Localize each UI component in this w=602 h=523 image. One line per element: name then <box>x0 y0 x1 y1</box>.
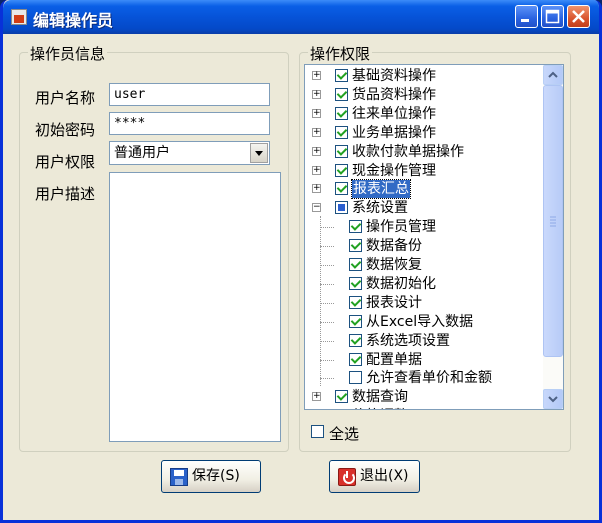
expand-icon[interactable]: + <box>312 89 321 99</box>
exit-icon <box>338 468 356 486</box>
expand-icon[interactable]: + <box>312 71 321 80</box>
checkbox[interactable] <box>335 69 348 82</box>
exit-button[interactable]: 退出(X) <box>329 460 420 493</box>
expand-icon[interactable]: + <box>312 127 321 137</box>
tree-connector <box>320 340 334 342</box>
tree-connector <box>320 227 334 229</box>
scroll-down-button[interactable] <box>543 389 563 409</box>
close-icon <box>572 10 585 23</box>
grip-icon <box>550 216 556 227</box>
description-field[interactable] <box>109 172 281 442</box>
edit-operator-window: 编辑操作员 操作员信息 用户名称 user 初始密码 **** 用户权限 普通用… <box>0 0 602 523</box>
tree-item-label: 配置单据 <box>366 351 422 368</box>
close-button[interactable] <box>567 5 590 28</box>
expand-icon[interactable]: + <box>312 165 321 175</box>
tree-item-label: 系统设置 <box>352 200 408 217</box>
checkbox[interactable] <box>349 220 362 234</box>
checkbox[interactable] <box>349 371 362 385</box>
expand-icon[interactable]: + <box>312 108 321 118</box>
checkbox[interactable] <box>335 163 348 177</box>
exit-button-label: 退出(X) <box>360 468 409 484</box>
password-label: 初始密码 <box>35 121 96 139</box>
select-all-label[interactable]: 全选 <box>329 423 359 444</box>
collapse-icon[interactable]: − <box>312 203 321 213</box>
tree-item-label: 报表汇总 <box>351 179 411 200</box>
tree-item-label: 操作员管理 <box>366 219 436 236</box>
minimize-button[interactable] <box>515 5 538 28</box>
tree-item-label: 数据恢复 <box>366 257 422 273</box>
tree-item-label: 价格调整 <box>352 407 408 409</box>
tree-item-label: 现金操作管理 <box>352 162 436 179</box>
tree-scrollbar[interactable] <box>543 65 563 409</box>
permission-value: 普通用户 <box>114 145 170 161</box>
checkbox[interactable] <box>335 125 348 139</box>
save-icon <box>170 468 188 486</box>
chevron-down-icon <box>548 396 558 403</box>
permissions-tree[interactable]: + 基础资料操作 + 货品资料操作 + 往来单位操作 + 业务单据操作 + 收款付款单据操作 + 现金… <box>304 64 564 410</box>
tree-connector <box>320 302 334 304</box>
expand-icon[interactable]: + <box>312 146 321 156</box>
checkbox[interactable] <box>335 201 348 215</box>
checkbox[interactable] <box>335 390 348 404</box>
scroll-thumb[interactable] <box>543 85 563 357</box>
tree-item-label: 从Excel导入数据 <box>366 313 474 330</box>
scroll-up-button[interactable] <box>543 65 563 85</box>
checkbox[interactable] <box>335 409 348 410</box>
tree-item-label: 数据查询 <box>352 389 408 406</box>
tree-connector <box>320 359 334 361</box>
maximize-icon <box>545 9 560 24</box>
checkbox[interactable] <box>349 314 362 328</box>
tree-connector <box>320 321 334 323</box>
tree-item-label: 数据初始化 <box>366 275 436 292</box>
app-icon <box>11 9 27 25</box>
minimize-icon <box>521 19 529 22</box>
window-title: 编辑操作员 <box>33 11 114 30</box>
checkbox[interactable] <box>349 333 362 347</box>
tree-item-label: 数据备份 <box>366 238 422 255</box>
maximize-button[interactable] <box>541 5 564 28</box>
tree-connector <box>320 378 334 380</box>
tree-connector <box>320 246 334 248</box>
permission-select[interactable]: 普通用户 <box>109 141 270 165</box>
permission-label: 用户权限 <box>35 153 96 171</box>
operator-info-title: 操作员信息 <box>28 43 108 64</box>
checkbox[interactable] <box>349 258 362 271</box>
checkbox[interactable] <box>349 352 362 366</box>
expand-icon[interactable]: + <box>312 392 321 402</box>
checkbox[interactable] <box>349 276 362 290</box>
dropdown-arrow-icon[interactable] <box>250 143 268 163</box>
checkbox[interactable] <box>349 295 362 309</box>
tree-item-label: 往来单位操作 <box>352 105 436 122</box>
checkbox[interactable] <box>335 106 348 120</box>
checkbox[interactable] <box>335 144 348 158</box>
tree-item-label: 基础资料操作 <box>352 68 436 84</box>
save-button-label: 保存(S) <box>192 468 240 484</box>
save-button[interactable]: 保存(S) <box>161 460 261 493</box>
select-all-checkbox[interactable] <box>311 425 324 438</box>
tree-item-label: 报表设计 <box>366 294 422 311</box>
tree-item-label: 允许查看单价和金额 <box>366 370 492 387</box>
tree-item-label: 业务单据操作 <box>352 124 436 141</box>
username-label: 用户名称 <box>35 89 96 107</box>
permissions-title: 操作权限 <box>308 43 373 64</box>
tree-connector <box>320 265 334 266</box>
tree-item-label: 系统选项设置 <box>366 332 450 349</box>
checkbox[interactable] <box>335 182 348 196</box>
tree-connector <box>320 216 321 387</box>
chevron-up-icon <box>548 71 558 78</box>
tree-item-label: 收款付款单据操作 <box>352 143 464 160</box>
title-bar[interactable]: 编辑操作员 <box>3 0 599 34</box>
description-label: 用户描述 <box>35 185 96 203</box>
username-field[interactable]: user <box>109 83 270 106</box>
checkbox[interactable] <box>349 239 362 253</box>
tree-connector <box>320 283 334 285</box>
tree-item-label: 货品资料操作 <box>352 86 436 103</box>
expand-icon[interactable]: + <box>312 184 321 194</box>
password-field[interactable]: **** <box>109 112 270 135</box>
checkbox[interactable] <box>335 87 348 101</box>
